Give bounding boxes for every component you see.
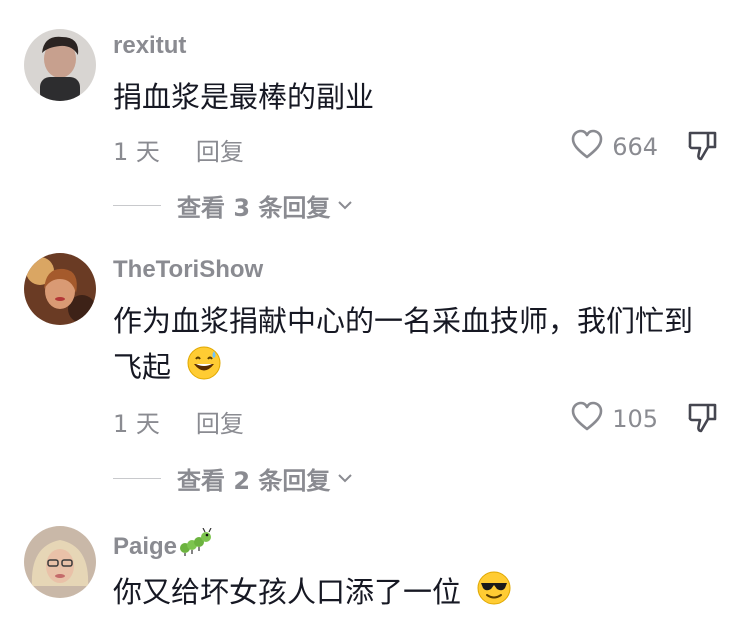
username[interactable]: Paige: [113, 527, 213, 565]
avatar[interactable]: [24, 526, 96, 598]
comment-text: 你又给坏女孩人口添了一位: [113, 569, 720, 619]
comment-text-fragment: 你又给坏女孩人口添了一位: [113, 575, 462, 609]
smiling-face-with-sunglasses-icon: [476, 570, 512, 619]
bug-icon: [179, 527, 213, 565]
comment-item: Paige 你又给坏女孩人口添了一位: [0, 0, 750, 635]
username-text: Paige: [113, 532, 178, 560]
